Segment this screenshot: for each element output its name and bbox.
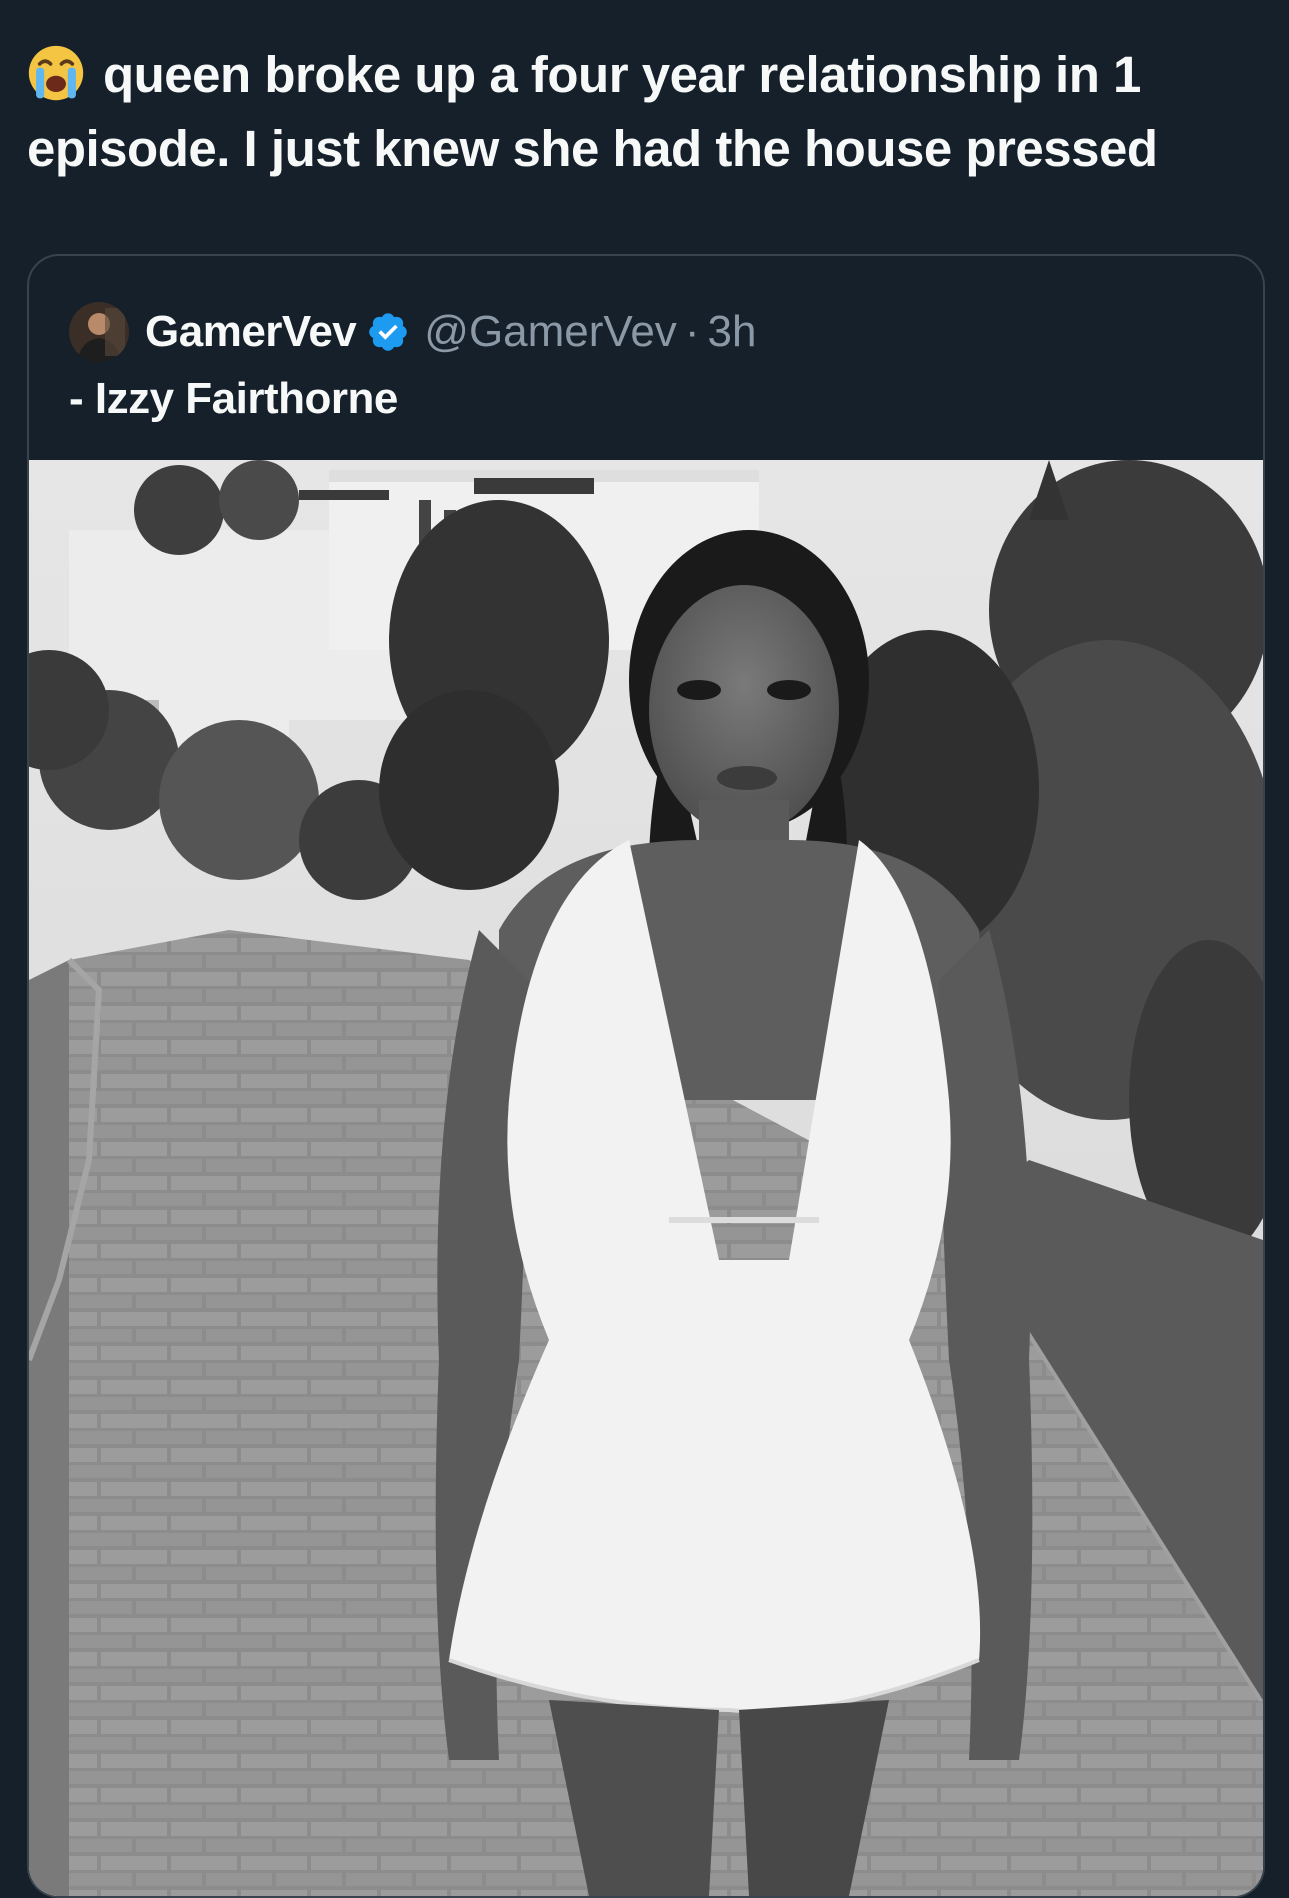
- photo-image: [29, 460, 1263, 1896]
- handle[interactable]: @GamerVev: [424, 307, 677, 357]
- verified-badge-icon: [369, 313, 408, 351]
- loudly-crying-face-icon: [28, 45, 84, 101]
- separator-dot: ·: [684, 307, 700, 356]
- tweet-photo[interactable]: [29, 460, 1263, 1896]
- quoted-tweet-card[interactable]: GamerVev @GamerVev · 3h - Izzy Fairthorn…: [27, 254, 1265, 1898]
- quoted-tweet-header: GamerVev @GamerVev · 3h: [69, 296, 756, 368]
- display-name[interactable]: GamerVev: [145, 307, 357, 357]
- quoted-tweet-text: - Izzy Fairthorne: [69, 374, 398, 423]
- post-text: queen broke up a four year relationship …: [27, 38, 1267, 186]
- post-body: queen broke up a four year relationship …: [27, 46, 1158, 177]
- avatar[interactable]: [69, 302, 129, 362]
- timestamp[interactable]: 3h: [707, 307, 756, 357]
